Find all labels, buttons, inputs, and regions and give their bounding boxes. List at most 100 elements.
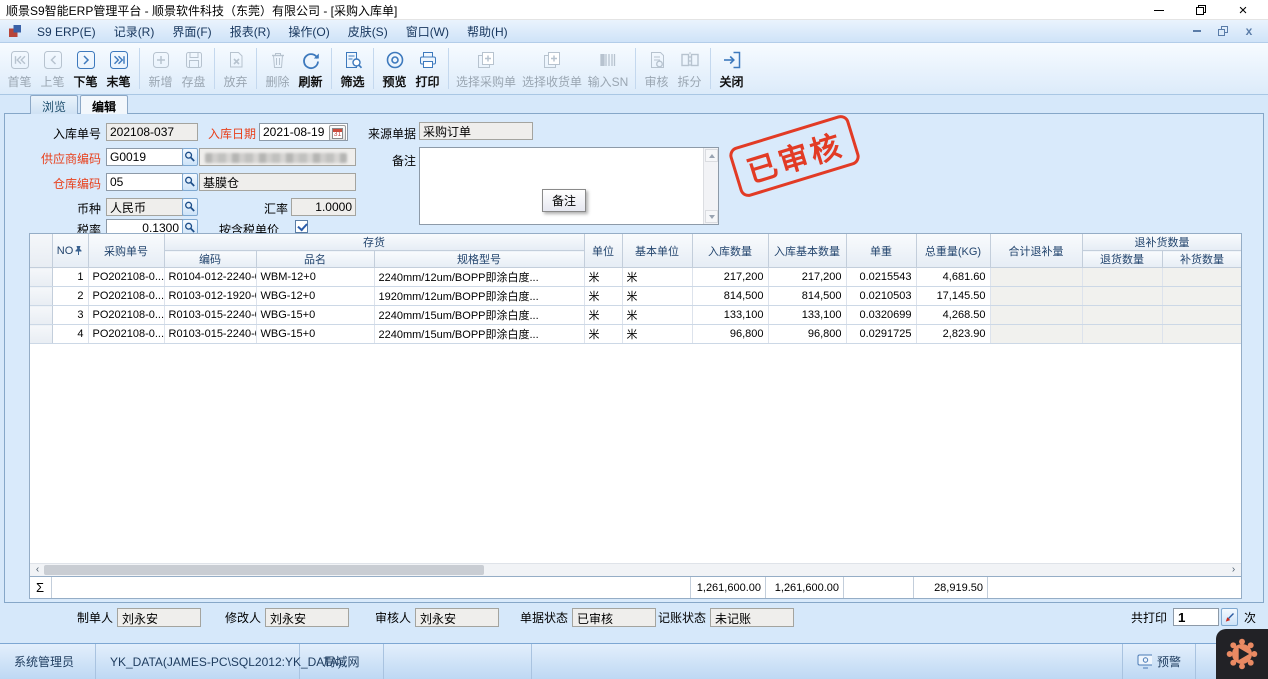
cell-total-adjust[interactable] [990, 287, 1082, 306]
tab-edit[interactable]: 编辑 [80, 95, 128, 114]
row-selector[interactable] [30, 325, 52, 344]
grid-row[interactable]: 1PO202108-0...R0104-012-2240-00WBM-12+0 2… [30, 268, 1241, 287]
toolbar-filter-button[interactable]: 筛选 [336, 44, 369, 93]
menu-operate[interactable]: 操作(O) [279, 23, 338, 41]
cell-supply-qty[interactable] [1162, 325, 1241, 344]
currency-lookup-button[interactable] [182, 198, 198, 216]
grid-row[interactable]: 3PO202108-0...R0103-015-2240-00WBG-15+02… [30, 306, 1241, 325]
cell-return-qty[interactable] [1082, 268, 1162, 287]
supplier-code-field[interactable] [106, 148, 183, 166]
row-selector[interactable] [30, 268, 52, 287]
cell-total-weight[interactable]: 4,681.60 [916, 268, 990, 287]
cell-unit-weight[interactable]: 0.0215543 [846, 268, 916, 287]
warehouse-code-field[interactable] [106, 173, 183, 191]
cell-po[interactable]: PO202108-0... [88, 306, 164, 325]
cell-name[interactable]: WBM-12+0 [256, 268, 374, 287]
cell-qty[interactable]: 133,100 [692, 306, 768, 325]
menu-report[interactable]: 报表(R) [221, 23, 280, 41]
cell-no[interactable]: 1 [52, 268, 88, 287]
toolbar-last-button[interactable]: 末笔 [102, 44, 135, 93]
cell-supply-qty[interactable] [1162, 306, 1241, 325]
cell-name[interactable]: WBG-15+0 [256, 325, 374, 344]
grid-row[interactable]: 2PO202108-0...R0103-012-1920-00WBG-12+0 1… [30, 287, 1241, 306]
col-header-unit-weight[interactable]: 单重 [846, 234, 916, 268]
cell-return-qty[interactable] [1082, 306, 1162, 325]
toolbar-next-button[interactable]: 下笔 [69, 44, 102, 93]
cell-total-weight[interactable]: 2,823.90 [916, 325, 990, 344]
menu-s9erp[interactable]: S9 ERP(E) [28, 23, 105, 41]
col-header-supply-qty[interactable]: 补货数量 [1162, 251, 1241, 268]
row-selector[interactable] [30, 306, 52, 325]
col-header-name[interactable]: 品名 [256, 251, 374, 268]
cell-qty[interactable]: 814,500 [692, 287, 768, 306]
cell-code[interactable]: R0103-015-2240-00 [164, 306, 256, 325]
col-header-total-weight[interactable]: 总重量(KG) [916, 234, 990, 268]
cell-unit-weight[interactable]: 0.0291725 [846, 325, 916, 344]
mdi-restore-button[interactable] [1216, 24, 1230, 38]
col-header-base-unit[interactable]: 基本单位 [622, 234, 692, 268]
cell-total-weight[interactable]: 17,145.50 [916, 287, 990, 306]
cell-po[interactable]: PO202108-0... [88, 287, 164, 306]
minimize-button[interactable] [1138, 0, 1180, 20]
cell-supply-qty[interactable] [1162, 268, 1241, 287]
cell-po[interactable]: PO202108-0... [88, 268, 164, 287]
col-header-code[interactable]: 编码 [164, 251, 256, 268]
tax-included-checkbox[interactable] [295, 220, 308, 233]
cell-qty[interactable]: 217,200 [692, 268, 768, 287]
floating-widget[interactable] [1216, 629, 1268, 679]
cell-supply-qty[interactable] [1162, 287, 1241, 306]
cell-base-qty[interactable]: 133,100 [768, 306, 846, 325]
print-count-input[interactable] [1173, 608, 1219, 626]
col-header-spec[interactable]: 规格型号 [374, 251, 584, 268]
cell-return-qty[interactable] [1082, 325, 1162, 344]
cell-base-qty[interactable]: 96,800 [768, 325, 846, 344]
toolbar-close-button[interactable]: 关闭 [715, 44, 748, 93]
cell-base-unit[interactable]: 米 [622, 268, 692, 287]
cell-total-adjust[interactable] [990, 268, 1082, 287]
menu-interface[interactable]: 界面(F) [163, 23, 220, 41]
cell-name[interactable]: WBG-12+0 [256, 287, 374, 306]
cell-unit[interactable]: 米 [584, 306, 622, 325]
cell-name[interactable]: WBG-15+0 [256, 306, 374, 325]
toolbar-print-button[interactable]: 打印 [411, 44, 444, 93]
remark-textarea[interactable] [419, 147, 719, 225]
cell-no[interactable]: 2 [52, 287, 88, 306]
col-header-qty[interactable]: 入库数量 [692, 234, 768, 268]
col-header-unit[interactable]: 单位 [584, 234, 622, 268]
col-header-po[interactable]: 采购单号 [88, 234, 164, 268]
cell-base-unit[interactable]: 米 [622, 306, 692, 325]
cell-base-qty[interactable]: 217,200 [768, 268, 846, 287]
cell-unit[interactable]: 米 [584, 287, 622, 306]
cell-no[interactable]: 3 [52, 306, 88, 325]
tab-browse[interactable]: 浏览 [30, 95, 78, 114]
mdi-close-button[interactable]: x [1242, 24, 1256, 38]
col-header-return-qty[interactable]: 退货数量 [1082, 251, 1162, 268]
cell-code[interactable]: R0104-012-2240-00 [164, 268, 256, 287]
col-header-base-qty[interactable]: 入库基本数量 [768, 234, 846, 268]
close-button[interactable]: × [1222, 0, 1264, 20]
cell-base-qty[interactable]: 814,500 [768, 287, 846, 306]
toolbar-preview-button[interactable]: 预览 [378, 44, 411, 93]
cell-spec[interactable]: 2240mm/15um/BOPP即涂白度... [374, 325, 584, 344]
cell-code[interactable]: R0103-015-2240-00 [164, 325, 256, 344]
mdi-minimize-button[interactable] [1190, 24, 1204, 38]
menu-record[interactable]: 记录(R) [105, 23, 164, 41]
cell-unit[interactable]: 米 [584, 268, 622, 287]
warehouse-lookup-button[interactable] [182, 173, 198, 191]
cell-no[interactable]: 4 [52, 325, 88, 344]
menu-help[interactable]: 帮助(H) [458, 23, 517, 41]
horizontal-scrollbar[interactable]: ‹ › [30, 563, 1241, 576]
cell-unit-weight[interactable]: 0.0320699 [846, 306, 916, 325]
cell-base-unit[interactable]: 米 [622, 325, 692, 344]
cell-total-adjust[interactable] [990, 306, 1082, 325]
receipt-date-field[interactable]: 2021-08-19 31 [259, 123, 348, 141]
toolbar-refresh-button[interactable]: 刷新 [294, 44, 327, 93]
cell-unit[interactable]: 米 [584, 325, 622, 344]
cell-base-unit[interactable]: 米 [622, 287, 692, 306]
restore-button[interactable] [1180, 0, 1222, 20]
cell-code[interactable]: R0103-012-1920-00 [164, 287, 256, 306]
cell-spec[interactable]: 2240mm/15um/BOPP即涂白度... [374, 306, 584, 325]
supplier-lookup-button[interactable] [182, 148, 198, 166]
cell-unit-weight[interactable]: 0.0210503 [846, 287, 916, 306]
alert-button[interactable]: 预警 [1122, 644, 1196, 679]
